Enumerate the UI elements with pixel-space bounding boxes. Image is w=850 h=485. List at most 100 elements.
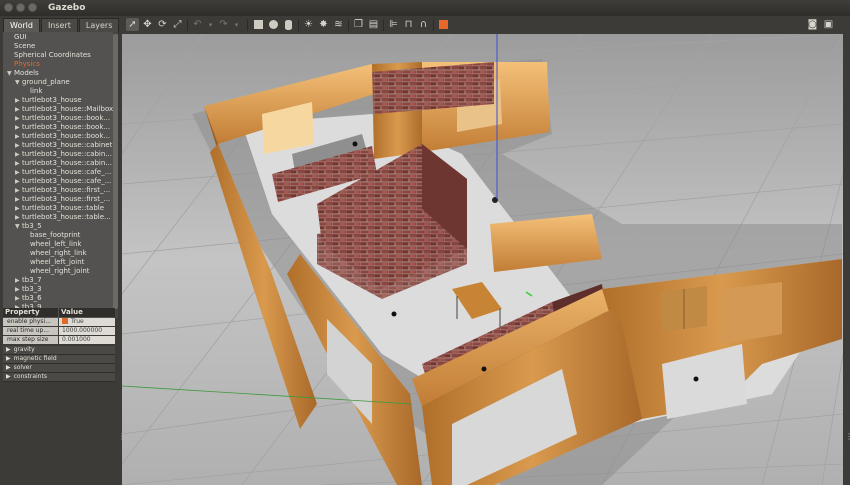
collapsed-arrow-icon[interactable]: ▶ bbox=[15, 186, 22, 195]
collapsed-arrow-icon[interactable]: ▶ bbox=[15, 276, 22, 285]
tree-scroll-thumb[interactable] bbox=[113, 34, 118, 309]
collapsed-arrow-icon[interactable]: ▶ bbox=[15, 141, 22, 150]
checkbox-icon[interactable] bbox=[62, 318, 68, 324]
tree-item[interactable]: ▶ tb3_6 bbox=[15, 294, 42, 303]
turtlebot[interactable] bbox=[391, 311, 397, 317]
tree-item[interactable]: Spherical Coordinates bbox=[7, 51, 91, 60]
collapsed-arrow-icon[interactable]: ▶ bbox=[15, 159, 22, 168]
maximize-window-button[interactable] bbox=[28, 3, 37, 12]
collapsed-arrow-icon[interactable]: ▶ bbox=[15, 96, 22, 105]
tree-item[interactable]: ▶ tb3_3 bbox=[15, 285, 42, 294]
tree-item[interactable]: ▼ ground_plane bbox=[15, 78, 70, 87]
record-icon[interactable]: ▣ bbox=[822, 18, 835, 31]
tree-item[interactable]: ▶ turtlebot3_house::book... bbox=[15, 132, 110, 141]
collapsed-arrow-icon[interactable]: ▶ bbox=[15, 150, 22, 159]
orange-box-icon[interactable] bbox=[437, 18, 450, 31]
section-label: constraints bbox=[13, 373, 47, 380]
collapsed-arrow-icon[interactable]: ▶ bbox=[15, 105, 22, 114]
tree-item-label: wheel_left_link bbox=[30, 240, 82, 248]
scene-render[interactable] bbox=[122, 34, 843, 485]
tab-layers[interactable]: Layers bbox=[78, 18, 120, 33]
redo-dropdown-icon[interactable]: ▾ bbox=[230, 18, 243, 31]
tree-item[interactable]: ▶ tb3_7 bbox=[15, 276, 42, 285]
tree-item[interactable]: wheel_right_link bbox=[23, 249, 87, 258]
point-light-icon[interactable]: ☀ bbox=[302, 18, 315, 31]
tab-world[interactable]: World bbox=[3, 18, 40, 33]
close-window-button[interactable] bbox=[4, 3, 13, 12]
collapsed-arrow-icon[interactable]: ▶ bbox=[15, 177, 22, 186]
tree-item[interactable]: ▶ turtlebot3_house::book... bbox=[15, 114, 110, 123]
box-icon[interactable] bbox=[252, 18, 265, 31]
collapsed-arrow-icon[interactable]: ▶ bbox=[15, 294, 22, 303]
tree-item[interactable]: ▶ turtlebot3_house::first_... bbox=[15, 186, 110, 195]
tree-item[interactable]: Physics bbox=[7, 60, 40, 69]
expanded-arrow-icon[interactable]: ▼ bbox=[15, 78, 22, 87]
select-arrow-icon[interactable]: ➚ bbox=[126, 18, 139, 31]
tree-item[interactable]: wheel_left_joint bbox=[23, 258, 84, 267]
collapsed-arrow-icon[interactable]: ▶ bbox=[15, 114, 22, 123]
turtlebot[interactable] bbox=[693, 376, 699, 382]
tree-item[interactable]: ▶ turtlebot3_house::cafe_... bbox=[15, 177, 111, 186]
tree-scrollbar[interactable] bbox=[113, 32, 118, 318]
collapsed-arrow-icon[interactable]: ▶ bbox=[15, 285, 22, 294]
undo-dropdown-icon[interactable]: ▾ bbox=[204, 18, 217, 31]
tree-item[interactable]: ▶ turtlebot3_house::cabin... bbox=[15, 150, 112, 159]
section-solver[interactable]: ▶ solver bbox=[3, 364, 115, 373]
collapsed-arrow-icon[interactable]: ▶ bbox=[15, 204, 22, 213]
tree-item[interactable]: link bbox=[23, 87, 42, 96]
cylinder-icon[interactable] bbox=[282, 18, 295, 31]
tree-item[interactable]: ▶ turtlebot3_house::book... bbox=[15, 123, 110, 132]
section-magnetic-field[interactable]: ▶ magnetic field bbox=[3, 355, 115, 364]
tree-item[interactable]: GUI bbox=[7, 33, 27, 42]
turtlebot[interactable] bbox=[481, 366, 487, 372]
tree-item[interactable]: ▶ turtlebot3_house::cafe_... bbox=[15, 168, 111, 177]
sphere-icon[interactable] bbox=[267, 18, 280, 31]
panel-resize-handle-right[interactable]: ⋮ bbox=[845, 432, 850, 441]
collapsed-arrow-icon[interactable]: ▶ bbox=[15, 168, 22, 177]
value-header: Value bbox=[59, 308, 115, 317]
screenshot-icon[interactable]: ◙ bbox=[806, 18, 819, 31]
tree-item[interactable]: ▶ turtlebot3_house::table bbox=[15, 204, 104, 213]
tab-insert[interactable]: Insert bbox=[40, 18, 78, 33]
tree-item[interactable]: ▶ turtlebot3_house::Mailbox bbox=[15, 105, 113, 114]
section-constraints[interactable]: ▶ constraints bbox=[3, 373, 115, 382]
collapsed-arrow-icon[interactable]: ▶ bbox=[15, 213, 22, 222]
align-icon[interactable]: ⊫ bbox=[387, 18, 400, 31]
panel-resize-handle-left[interactable]: ⋮ bbox=[118, 432, 126, 441]
tree-item[interactable]: ▼ Models bbox=[7, 69, 39, 78]
directional-light-icon[interactable]: ≋ bbox=[332, 18, 345, 31]
collapsed-arrow-icon[interactable]: ▶ bbox=[15, 195, 22, 204]
tree-item[interactable]: wheel_left_link bbox=[23, 240, 81, 249]
rotate-icon[interactable]: ⟳ bbox=[156, 18, 169, 31]
copy-icon[interactable]: ❐ bbox=[352, 18, 365, 31]
expand-arrow-icon: ▶ bbox=[6, 346, 11, 353]
spot-light-icon[interactable]: ✸ bbox=[317, 18, 330, 31]
tree-item[interactable]: ▶ turtlebot3_house::first_... bbox=[15, 195, 110, 204]
minimize-window-button[interactable] bbox=[16, 3, 25, 12]
snap-icon[interactable]: ⊓ bbox=[402, 18, 415, 31]
property-value-input[interactable]: 0.001000 bbox=[59, 336, 115, 344]
expanded-arrow-icon[interactable]: ▼ bbox=[15, 222, 22, 231]
undo-icon[interactable]: ↶ bbox=[191, 18, 204, 31]
tree-item[interactable]: base_footprint bbox=[23, 231, 80, 240]
property-value-input[interactable]: 1000.000000 bbox=[59, 327, 115, 335]
tree-item[interactable]: wheel_right_joint bbox=[23, 267, 90, 276]
tree-item[interactable]: ▼ tb3_5 bbox=[15, 222, 42, 231]
3d-viewport[interactable] bbox=[122, 34, 843, 485]
tree-item[interactable]: ▶ turtlebot3_house::cabin... bbox=[15, 159, 112, 168]
paste-icon[interactable]: ▤ bbox=[367, 18, 380, 31]
redo-icon[interactable]: ↷ bbox=[217, 18, 230, 31]
tree-item[interactable]: ▶ turtlebot3_house::table... bbox=[15, 213, 111, 222]
tree-item[interactable]: Scene bbox=[7, 42, 35, 51]
section-gravity[interactable]: ▶ gravity bbox=[3, 346, 115, 355]
headphones-icon[interactable]: ∩ bbox=[417, 18, 430, 31]
property-value[interactable]: True bbox=[59, 318, 115, 326]
scale-icon[interactable]: ⤢ bbox=[171, 18, 184, 31]
collapsed-arrow-icon[interactable]: ▶ bbox=[15, 132, 22, 141]
collapsed-arrow-icon[interactable]: ▶ bbox=[15, 123, 22, 132]
turtlebot[interactable] bbox=[352, 141, 358, 147]
translate-icon[interactable]: ✥ bbox=[141, 18, 154, 31]
expanded-arrow-icon[interactable]: ▼ bbox=[7, 69, 14, 78]
tree-item[interactable]: ▶ turtlebot3_house::cabinet bbox=[15, 141, 112, 150]
tree-item[interactable]: ▶ turtlebot3_house bbox=[15, 96, 82, 105]
